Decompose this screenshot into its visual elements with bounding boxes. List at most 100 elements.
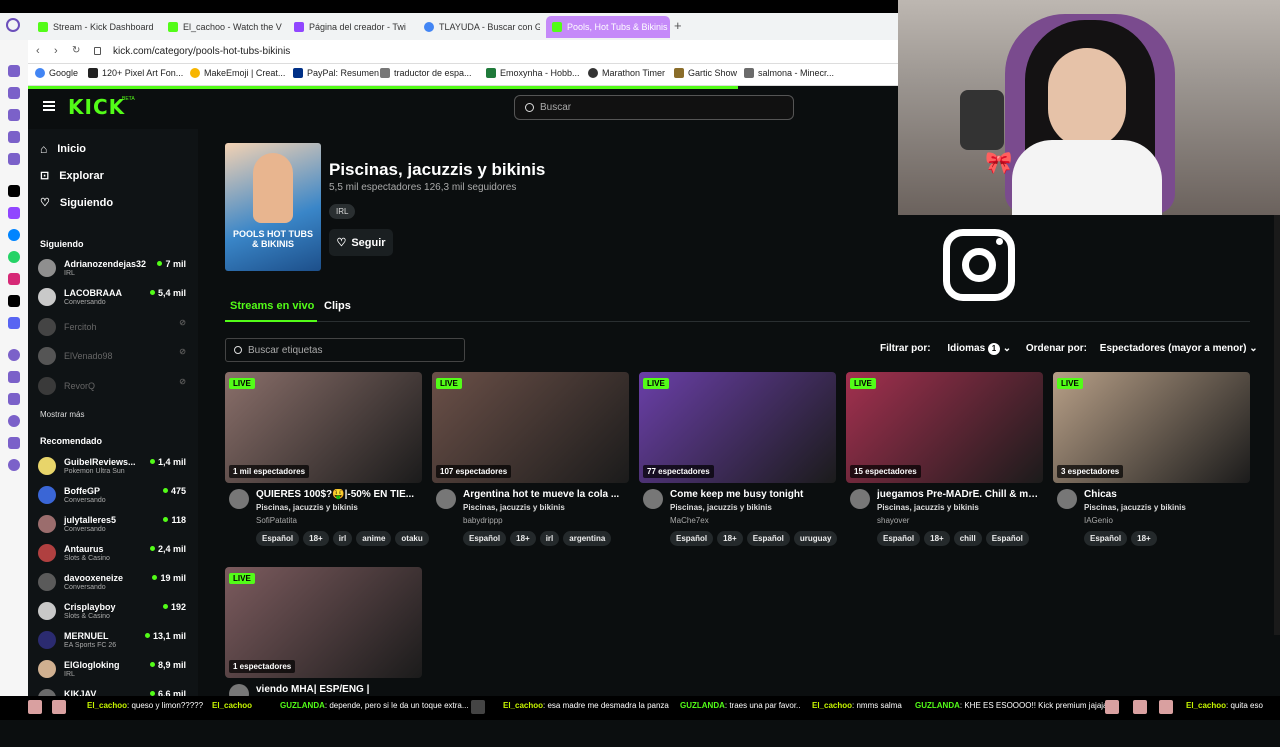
- bookmark-gartic[interactable]: Gartic Show: [674, 68, 737, 78]
- recommended-channel[interactable]: Antaurus Slots & Casino 2,4 mil: [38, 541, 190, 567]
- streamer-avatar[interactable]: [850, 489, 870, 509]
- following-channel-offline[interactable]: ElVenado98 ⊘: [38, 344, 190, 370]
- address-bar[interactable]: ‹ › ↻ kick.com/category/pools-hot-tubs-b…: [28, 40, 898, 64]
- stream-title[interactable]: QUIERES 100$?🤑|-50% EN TIE...: [256, 489, 420, 500]
- search-input[interactable]: Buscar: [514, 95, 794, 120]
- bookmark-salmona[interactable]: salmona - Minecr...: [744, 68, 834, 78]
- tab-live-streams[interactable]: Streams en vivo: [230, 300, 314, 312]
- streamer-avatar[interactable]: [436, 489, 456, 509]
- tab-creator-page[interactable]: Página del creador - Twi: [288, 16, 412, 38]
- sort-dropdown[interactable]: Espectadores (mayor a menor) ⌄: [1100, 343, 1258, 354]
- stream-tag[interactable]: Español: [877, 531, 921, 546]
- stream-card[interactable]: LIVE 15 espectadores juegamos Pre-MADrE.…: [846, 372, 1043, 552]
- stream-title[interactable]: juegamos Pre-MADrE. Chill & ma...: [877, 489, 1041, 500]
- stream-tag[interactable]: irl: [332, 531, 353, 546]
- stream-card[interactable]: LIVE 1 mil espectadores QUIERES 100$?🤑|-…: [225, 372, 429, 552]
- tab-clips[interactable]: Clips: [324, 300, 351, 312]
- nav-explore[interactable]: ⊡ Explorar: [40, 169, 104, 183]
- stream-tag[interactable]: Español: [463, 531, 507, 546]
- category-tag[interactable]: IRL: [329, 204, 356, 219]
- stream-thumbnail[interactable]: LIVE 107 espectadores: [432, 372, 629, 483]
- stream-category[interactable]: Piscinas, jacuzzis y bikinis: [463, 503, 565, 512]
- stream-title[interactable]: Argentina hot te mueve la cola ...: [463, 489, 627, 500]
- following-channel[interactable]: Adrianozendejas32 IRL 7 mil: [38, 256, 190, 282]
- stream-title[interactable]: viendo MHA| ESP/ENG |: [256, 684, 420, 695]
- whatsapp-icon[interactable]: [8, 251, 20, 263]
- recommended-channel[interactable]: julytalleres5 Conversando 118: [38, 512, 190, 538]
- new-tab-button[interactable]: +: [674, 18, 682, 33]
- extension-icon[interactable]: [8, 131, 20, 143]
- stream-tag[interactable]: Español: [746, 531, 790, 546]
- tab-vod[interactable]: El_cachoo - Watch the VOD: [162, 16, 282, 38]
- back-icon[interactable]: ‹: [36, 45, 40, 57]
- stream-tag[interactable]: 18+: [924, 531, 950, 546]
- stream-thumbnail[interactable]: LIVE 15 espectadores: [846, 372, 1043, 483]
- stream-tag[interactable]: argentina: [563, 531, 612, 546]
- streamer-avatar[interactable]: [643, 489, 663, 509]
- recommended-channel[interactable]: GuibelReviews... Pokemon Ultra Sun 1,4 mil: [38, 454, 190, 480]
- extension-icon[interactable]: [8, 153, 20, 165]
- languages-dropdown[interactable]: Idiomas 1 ⌄: [947, 343, 1011, 355]
- tab-kick-dashboard[interactable]: Stream - Kick Dashboard: [32, 16, 156, 38]
- menu-icon[interactable]: [43, 101, 55, 103]
- tab-pools-category[interactable]: Pools, Hot Tubs & Bikinis: [546, 16, 670, 38]
- streamer-avatar[interactable]: [229, 489, 249, 509]
- nav-following[interactable]: ♡ Siguiendo: [40, 196, 113, 210]
- settings-icon[interactable]: [8, 459, 20, 471]
- bookmark-makeemoji[interactable]: MakeEmoji | Creat...: [190, 68, 285, 78]
- bookmark-paypal[interactable]: PayPal: Resumen: [293, 68, 379, 78]
- stream-tag[interactable]: anime: [356, 531, 392, 546]
- stream-tag[interactable]: Español: [1084, 531, 1128, 546]
- following-channel-offline[interactable]: Fercitoh ⊘: [38, 315, 190, 341]
- recommended-channel[interactable]: MERNUEL EA Sports FC 26 13,1 mil: [38, 628, 190, 654]
- recommended-channel[interactable]: BoffeGP Conversando 475: [38, 483, 190, 509]
- stream-tag[interactable]: Español: [670, 531, 714, 546]
- stream-thumbnail[interactable]: LIVE 77 espectadores: [639, 372, 836, 483]
- notion-icon[interactable]: [8, 185, 20, 197]
- stream-tag[interactable]: irl: [539, 531, 560, 546]
- x-icon[interactable]: [8, 295, 20, 307]
- kick-logo[interactable]: KICK: [68, 95, 125, 119]
- spotify-icon[interactable]: [8, 349, 20, 361]
- stream-title[interactable]: Chicas: [1084, 489, 1248, 500]
- streamer-name[interactable]: MaChe7ex: [670, 516, 709, 525]
- messenger-icon[interactable]: [8, 229, 20, 241]
- scrollbar[interactable]: [1274, 215, 1280, 635]
- stream-tag[interactable]: 18+: [510, 531, 536, 546]
- twitch-icon[interactable]: [8, 207, 20, 219]
- pin-icon[interactable]: [8, 371, 20, 383]
- bookmark-pixel-art[interactable]: 120+ Pixel Art Fon...: [88, 68, 183, 78]
- nav-home[interactable]: ⌂ Inicio: [40, 142, 86, 156]
- stream-tag[interactable]: 18+: [1131, 531, 1157, 546]
- tab-google-search[interactable]: TLAYUDA - Buscar con G: [418, 16, 540, 38]
- forward-icon[interactable]: ›: [54, 45, 58, 57]
- streamer-name[interactable]: shayover: [877, 516, 909, 525]
- streamer-name[interactable]: IAGenio: [1084, 516, 1113, 525]
- recommended-channel[interactable]: Crisplayboy Slots & Casino 192: [38, 599, 190, 625]
- stream-thumbnail[interactable]: LIVE 1 espectadores: [225, 567, 422, 678]
- stream-category[interactable]: Piscinas, jacuzzis y bikinis: [256, 503, 358, 512]
- stream-title[interactable]: Come keep me busy tonight: [670, 489, 834, 500]
- stream-card[interactable]: LIVE 77 espectadores Come keep me busy t…: [639, 372, 838, 552]
- streamer-avatar[interactable]: [1057, 489, 1077, 509]
- following-channel-offline[interactable]: RevorQ ⊘: [38, 374, 190, 400]
- cube-icon[interactable]: [8, 393, 20, 405]
- stream-card[interactable]: LIVE 1 espectadores viendo MHA| ESP/ENG …: [225, 567, 422, 747]
- stream-tag[interactable]: uruguay: [793, 531, 838, 546]
- extension-icon[interactable]: [8, 109, 20, 121]
- clock-icon[interactable]: [8, 415, 20, 427]
- stream-tag[interactable]: otaku: [395, 531, 429, 546]
- streamer-name[interactable]: babydrippp: [463, 516, 503, 525]
- stream-thumbnail[interactable]: LIVE 1 mil espectadores: [225, 372, 422, 483]
- stream-tag[interactable]: chill: [953, 531, 982, 546]
- extension-icon[interactable]: [8, 65, 20, 77]
- stream-tag[interactable]: 18+: [717, 531, 743, 546]
- instagram-icon[interactable]: [8, 273, 20, 285]
- bookmark-google[interactable]: Google: [35, 68, 78, 78]
- browser-logo-icon[interactable]: [6, 18, 20, 32]
- stream-card[interactable]: LIVE 3 espectadores Chicas Piscinas, jac…: [1053, 372, 1250, 552]
- stream-thumbnail[interactable]: LIVE 3 espectadores: [1053, 372, 1250, 483]
- url-text[interactable]: kick.com/category/pools-hot-tubs-bikinis: [113, 46, 290, 57]
- stream-category[interactable]: Piscinas, jacuzzis y bikinis: [670, 503, 772, 512]
- bookmark-marathon-timer[interactable]: Marathon Timer: [588, 68, 665, 78]
